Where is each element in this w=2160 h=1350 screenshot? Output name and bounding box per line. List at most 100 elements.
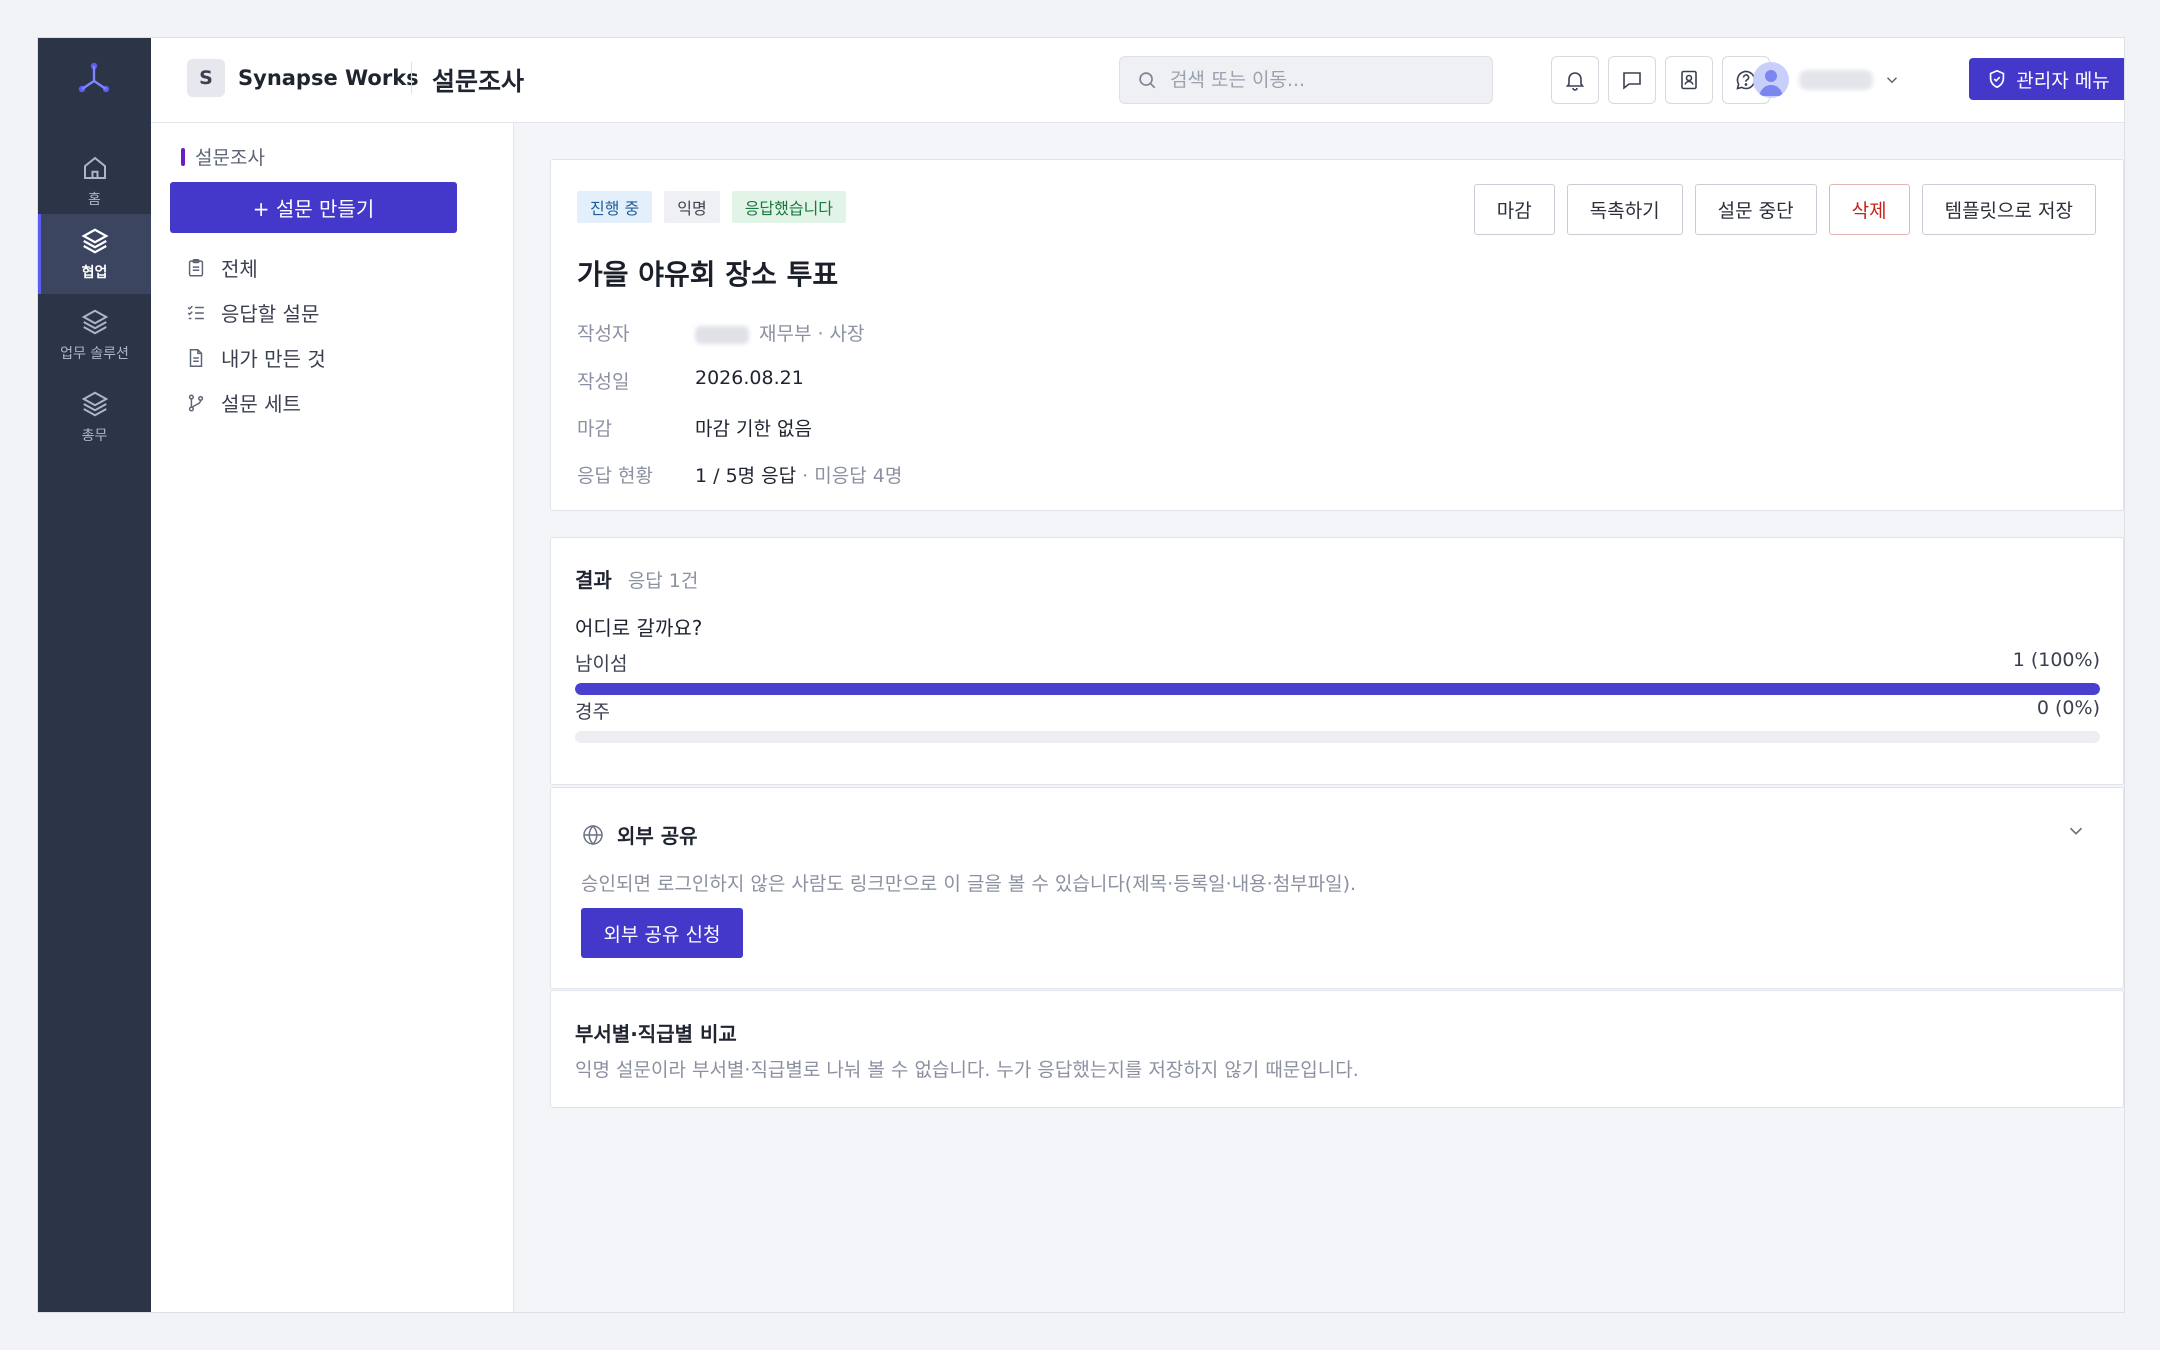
user-menu[interactable] <box>1753 56 1901 104</box>
meta-date-row: 작성일 2026.08.21 <box>577 367 804 394</box>
layers-icon <box>81 309 108 335</box>
chevron-down-icon <box>1886 77 1898 84</box>
comparison-card: 부서별·직급별 비교 익명 설문이라 부서별·직급별로 나눠 볼 수 없습니다.… <box>550 990 2124 1108</box>
user-name <box>1799 70 1873 90</box>
author-department: 재무부 · 사장 <box>759 323 865 345</box>
search-icon <box>1139 72 1156 89</box>
globe-icon <box>583 824 603 845</box>
main-content: 진행 중 익명 응답했습니다 마감 독촉하기 설문 중단 삭제 템플릿으로 저장… <box>514 123 2124 1312</box>
survey-actions: 마감 독촉하기 설문 중단 삭제 템플릿으로 저장 <box>1473 184 2096 235</box>
option-label: 경주 <box>575 701 610 723</box>
survey-title: 가을 야유회 장소 투표 <box>577 258 839 291</box>
sidebar-item-all[interactable]: 전체 <box>185 253 258 282</box>
org-name[interactable]: Synapse Works <box>238 66 419 90</box>
page-title: 설문조사 <box>432 67 525 96</box>
messages-button[interactable] <box>1608 56 1656 104</box>
option-bar-track <box>575 683 2100 695</box>
remind-button[interactable]: 독촉하기 <box>1566 184 1683 235</box>
app-window: 홈 협업 업무 솔루션 총무 S Synapse Works 설문조사 검색 또… <box>37 37 2125 1313</box>
app-rail: 홈 협업 업무 솔루션 총무 <box>38 38 151 1312</box>
response-status: 1 / 5명 응답 <box>695 465 797 487</box>
avatar <box>1753 62 1789 98</box>
option-bar-track <box>575 731 2100 743</box>
create-survey-button[interactable]: + 설문 만들기 <box>170 182 457 233</box>
shield-icon <box>1990 69 2005 89</box>
search-box[interactable] <box>1119 56 1493 104</box>
meta-deadline-row: 마감 마감 기한 없음 <box>577 414 812 441</box>
sidebar-item-survey-sets[interactable]: 설문 세트 <box>185 388 301 417</box>
question-text: 어디로 갈까요? <box>575 616 703 640</box>
status-badge-in-progress: 진행 중 <box>577 191 653 223</box>
meta-status-row: 응답 현황 1 / 5명 응답 · 미응답 4명 <box>577 461 902 488</box>
meta-label: 작성일 <box>577 371 630 393</box>
section-marker <box>181 147 185 166</box>
layers-icon <box>81 391 108 417</box>
notifications-button[interactable] <box>1551 56 1599 104</box>
close-survey-button[interactable]: 마감 <box>1473 184 1555 235</box>
sidebar-item-label: 전체 <box>221 257 258 281</box>
org-avatar[interactable]: S <box>187 59 225 97</box>
comparison-title: 부서별·직급별 비교 <box>575 1022 737 1046</box>
author-name-redacted <box>695 325 749 344</box>
home-icon <box>83 156 106 179</box>
header-divider <box>411 62 412 94</box>
search-input[interactable] <box>1170 69 1460 91</box>
rail-item-collab[interactable]: 협업 <box>38 214 151 294</box>
checklist-icon <box>187 305 204 319</box>
rail-item-home[interactable]: 홈 <box>38 142 151 220</box>
sidebar-item-label: 응답할 설문 <box>221 302 320 326</box>
user-icon <box>1759 70 1783 96</box>
external-share-header[interactable]: 외부 공유 <box>581 820 698 849</box>
option-value: 1 (100%) <box>2012 649 2100 671</box>
option-value: 0 (0%) <box>2036 697 2100 719</box>
meta-label: 마감 <box>577 418 612 440</box>
layers-icon <box>80 228 109 254</box>
top-header: S Synapse Works 설문조사 관리자 메 <box>151 38 2124 123</box>
sidebar-section-title: 설문조사 <box>195 147 265 169</box>
branch-icon <box>188 393 204 412</box>
rail-item-label: 홈 <box>88 192 101 208</box>
status-badges: 진행 중 익명 응답했습니다 <box>577 191 847 223</box>
admin-menu-label: 관리자 메뉴 <box>2016 69 2110 92</box>
admin-menu-button[interactable]: 관리자 메뉴 <box>1969 58 2124 100</box>
rail-item-label: 협업 <box>81 265 108 281</box>
external-share-description: 승인되면 로그인하지 않은 사람도 링크만으로 이 글을 볼 수 있습니다(제목… <box>581 873 1357 895</box>
option-result: 경주 0 (0%) <box>575 697 2100 743</box>
option-result: 남이섬 1 (100%) <box>575 649 2100 695</box>
rail-item-solutions[interactable]: 업무 솔루션 <box>38 296 151 374</box>
non-response-count: · 미응답 4명 <box>796 465 903 487</box>
contacts-icon <box>1681 70 1697 90</box>
sidebar-item-to-respond[interactable]: 응답할 설문 <box>185 298 319 327</box>
delete-button[interactable]: 삭제 <box>1828 184 1910 235</box>
rail-item-label: 총무 <box>81 428 108 444</box>
survey-detail-card: 진행 중 익명 응답했습니다 마감 독촉하기 설문 중단 삭제 템플릿으로 저장… <box>550 159 2124 511</box>
chevron-down-icon[interactable] <box>2065 820 2087 842</box>
clipboard-icon <box>188 258 204 277</box>
sidebar-item-created-by-me[interactable]: 내가 만든 것 <box>185 343 326 372</box>
chat-icon <box>1623 72 1641 90</box>
meta-author-row: 작성자 재무부 · 사장 <box>577 319 865 346</box>
rail-item-label: 업무 솔루션 <box>60 346 129 362</box>
option-label: 남이섬 <box>575 653 628 675</box>
comparison-description: 익명 설문이라 부서별·직급별로 나눠 볼 수 없습니다. 누가 응답했는지를 … <box>575 1059 1359 1081</box>
option-bar-fill <box>575 683 2100 695</box>
created-date: 2026.08.21 <box>695 367 804 389</box>
sidebar-item-label: 내가 만든 것 <box>221 347 326 371</box>
contacts-button[interactable] <box>1665 56 1713 104</box>
status-badge-responded: 응답했습니다 <box>731 191 847 223</box>
stop-survey-button[interactable]: 설문 중단 <box>1694 184 1817 235</box>
survey-sidebar: 설문조사 + 설문 만들기 전체 응답할 설문 내가 만든 것 설문 세트 <box>151 123 514 1312</box>
results-card: 결과 응답 1건 어디로 갈까요? 남이섬 1 (100%) 경주 0 (0%) <box>550 537 2124 785</box>
request-external-share-button[interactable]: 외부 공유 신청 <box>581 908 743 958</box>
results-header: 결과 응답 1건 <box>575 564 698 593</box>
save-as-template-button[interactable]: 템플릿으로 저장 <box>1921 184 2096 235</box>
rail-item-general-affairs[interactable]: 총무 <box>38 378 151 456</box>
external-share-card: 외부 공유 승인되면 로그인하지 않은 사람도 링크만으로 이 글을 볼 수 있… <box>550 787 2124 989</box>
app-logo[interactable] <box>74 58 114 98</box>
bell-icon <box>1565 72 1585 91</box>
external-share-title: 외부 공유 <box>617 824 698 848</box>
results-title: 결과 <box>575 568 612 592</box>
deadline-value: 마감 기한 없음 <box>695 418 812 440</box>
sidebar-section-header: 설문조사 <box>181 143 265 170</box>
meta-label: 응답 현황 <box>577 465 653 487</box>
